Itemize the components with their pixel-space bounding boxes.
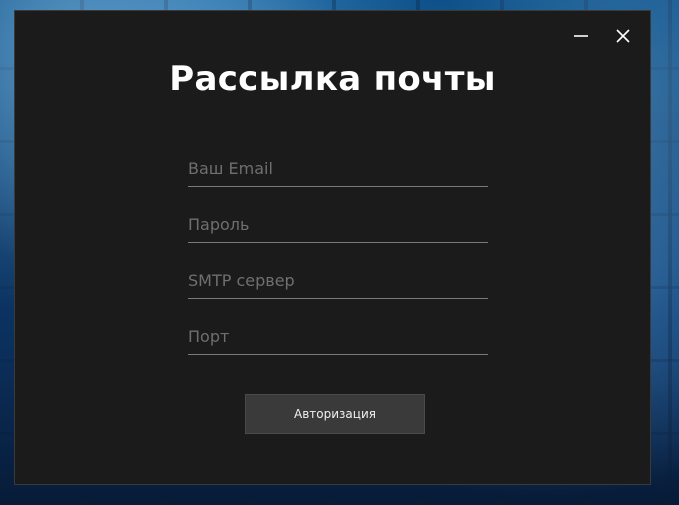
page-title: Рассылка почты <box>169 59 496 99</box>
password-field-wrapper <box>188 205 488 261</box>
mail-window: Рассылка почты Авторизация <box>14 10 651 485</box>
smtp-server-field[interactable] <box>188 261 488 299</box>
minimize-icon <box>574 35 588 37</box>
window-controls <box>570 25 634 47</box>
email-field-wrapper <box>188 149 488 205</box>
email-field[interactable] <box>188 149 488 187</box>
login-form <box>188 149 488 373</box>
port-field[interactable] <box>188 317 488 355</box>
port-field-wrapper <box>188 317 488 373</box>
password-field[interactable] <box>188 205 488 243</box>
smtp-field-wrapper <box>188 261 488 317</box>
close-icon <box>616 29 630 43</box>
close-button[interactable] <box>612 25 634 47</box>
minimize-button[interactable] <box>570 25 592 47</box>
authorize-button[interactable]: Авторизация <box>245 394 425 434</box>
